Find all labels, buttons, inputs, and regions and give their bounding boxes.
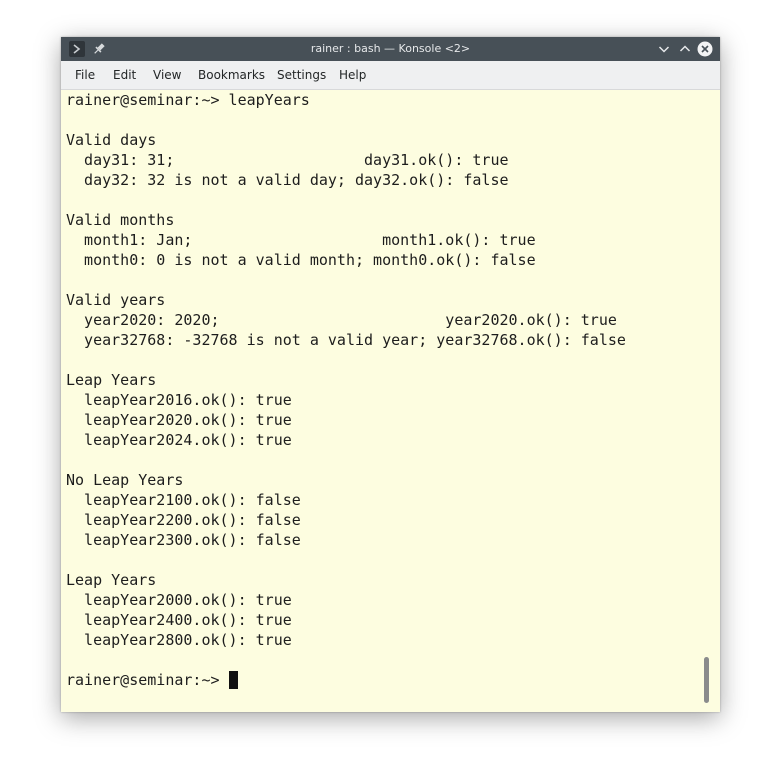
terminal-line: leapYear2200.ok(): false <box>66 511 301 529</box>
terminal-line: leapYear2300.ok(): false <box>66 531 301 549</box>
terminal-line: leapYear2000.ok(): true <box>66 591 292 609</box>
terminal-line: leapYear2400.ok(): true <box>66 611 292 629</box>
menu-view[interactable]: View <box>153 61 181 89</box>
terminal-line: year32768: -32768 is not a valid year; y… <box>66 331 626 349</box>
menu-edit[interactable]: Edit <box>113 61 136 89</box>
terminal-line: month1: Jan; month1.ok(): true <box>66 231 536 249</box>
terminal-line: year2020: 2020; year2020.ok(): true <box>66 311 617 329</box>
terminal-output[interactable]: rainer@seminar:~> leapYears Valid days d… <box>61 90 720 712</box>
chevron-down-icon[interactable] <box>656 41 672 57</box>
close-icon[interactable] <box>697 41 713 57</box>
terminal-prompt-line[interactable]: rainer@seminar:~> <box>66 670 626 690</box>
terminal-line: leapYear2800.ok(): true <box>66 631 292 649</box>
text-cursor <box>228 671 238 689</box>
terminal-line: rainer@seminar:~> leapYears <box>66 91 310 109</box>
terminal-line: leapYear2016.ok(): true <box>66 391 292 409</box>
terminal-line: Valid days <box>66 131 157 149</box>
menu-bar: File Edit View Bookmarks Settings Help <box>61 61 720 90</box>
terminal-line: Leap Years <box>66 571 157 589</box>
terminal-line: leapYear2024.ok(): true <box>66 431 292 449</box>
menu-settings[interactable]: Settings <box>277 61 326 89</box>
terminal-line: day31: 31; day31.ok(): true <box>66 151 509 169</box>
chevron-up-icon[interactable] <box>677 41 693 57</box>
menu-file[interactable]: File <box>75 61 95 89</box>
terminal-lines: rainer@seminar:~> leapYears Valid days d… <box>66 90 626 690</box>
title-bar[interactable]: rainer : bash — Konsole <2> <box>61 37 720 61</box>
terminal-line: Leap Years <box>66 371 157 389</box>
terminal-line: month0: 0 is not a valid month; month0.o… <box>66 251 536 269</box>
terminal-prompt: rainer@seminar:~> <box>66 671 229 689</box>
terminal-line: No Leap Years <box>66 471 184 489</box>
terminal-line: Valid years <box>66 291 166 309</box>
menu-bookmarks[interactable]: Bookmarks <box>198 61 265 89</box>
scrollbar-thumb[interactable] <box>704 657 709 703</box>
terminal-line: Valid months <box>66 211 175 229</box>
terminal-line: leapYear2020.ok(): true <box>66 411 292 429</box>
menu-help[interactable]: Help <box>339 61 366 89</box>
konsole-window: rainer : bash — Konsole <2> File Edit Vi… <box>61 37 720 712</box>
terminal-line: day32: 32 is not a valid day; day32.ok()… <box>66 171 509 189</box>
window-title: rainer : bash — Konsole <2> <box>310 42 471 55</box>
terminal-line: leapYear2100.ok(): false <box>66 491 301 509</box>
